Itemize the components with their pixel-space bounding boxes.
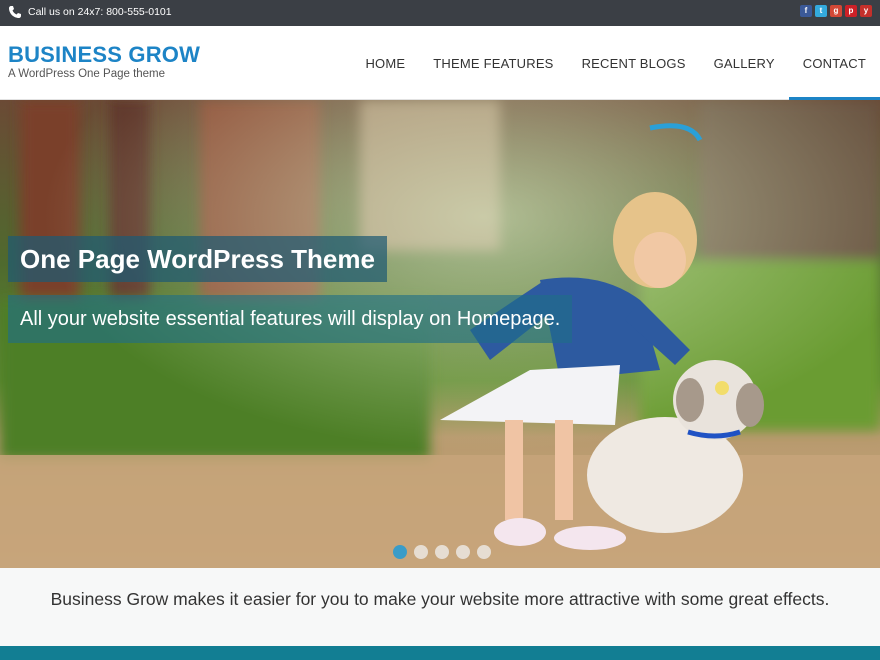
intro-text: Business Grow makes it easier for you to… (50, 589, 830, 609)
slider-dot[interactable] (393, 545, 407, 559)
pinterest-icon[interactable]: p (845, 5, 857, 17)
nav-gallery[interactable]: GALLERY (700, 26, 789, 100)
facebook-icon[interactable]: f (800, 5, 812, 17)
hero-slider: One Page WordPress Theme All your websit… (0, 100, 880, 568)
slider-dot[interactable] (414, 545, 428, 559)
youtube-icon[interactable]: y (860, 5, 872, 17)
nav-theme-features[interactable]: THEME FEATURES (419, 26, 567, 100)
main-nav: HOME THEME FEATURES RECENT BLOGS GALLERY CON… (351, 26, 880, 100)
intro-section: Business Grow makes it easier for you to… (0, 568, 880, 646)
hero-caption-text: All your website essential features will… (8, 295, 573, 343)
site-tagline: A WordPress One Page theme (8, 68, 166, 80)
slider-dot[interactable] (456, 545, 470, 559)
google-plus-icon[interactable]: g (830, 5, 842, 17)
slider-pagination (393, 545, 491, 559)
top-bar: Call us on 24x7: 800-555-0101 ftgpy (0, 0, 880, 26)
slider-dot[interactable] (435, 545, 449, 559)
phone-icon (9, 6, 21, 18)
section-bar (0, 646, 880, 660)
twitter-icon[interactable]: t (815, 5, 827, 17)
call-text: Call us on 24x7: 800-555-0101 (28, 6, 172, 18)
nav-recent-blogs[interactable]: RECENT BLOGS (568, 26, 700, 100)
nav-contact[interactable]: CONTACT (788, 26, 880, 100)
site-header: BUSINESS GROW A WordPress One Page theme… (0, 26, 880, 100)
social-links: ftgpy (800, 5, 872, 17)
nav-home[interactable]: HOME (351, 26, 419, 100)
site-logo[interactable]: BUSINESS GROW (8, 42, 200, 68)
hero-caption-title: One Page WordPress Theme (8, 236, 387, 282)
slider-dot[interactable] (477, 545, 491, 559)
